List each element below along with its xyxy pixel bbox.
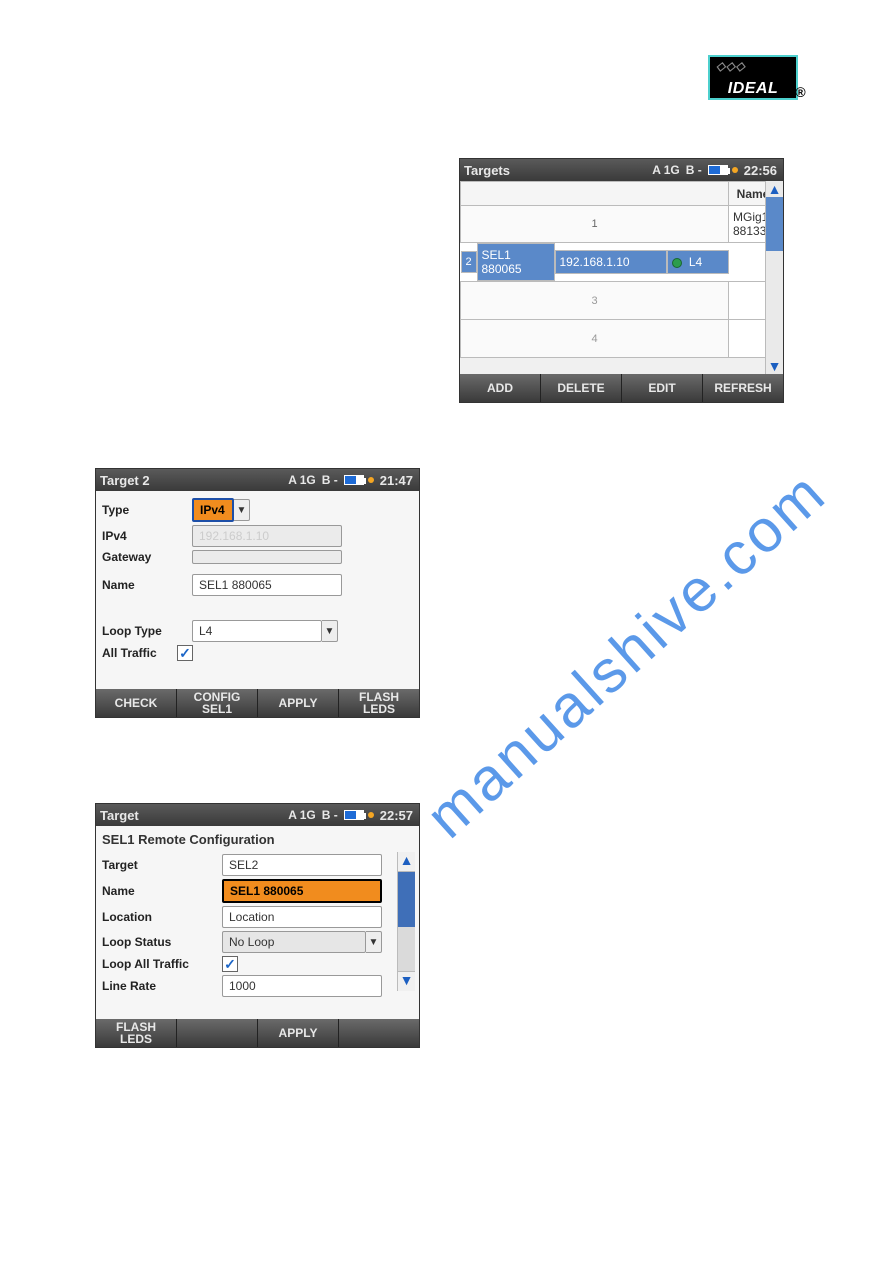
ipv4-input[interactable]: 192.168.1.10: [192, 525, 342, 547]
location-input[interactable]: Location: [222, 906, 382, 928]
loop-type-select[interactable]: L4 ▼: [192, 620, 338, 642]
scroll-down-icon[interactable]: ▼: [766, 358, 783, 374]
name-input[interactable]: SEL1 880065: [192, 574, 342, 596]
status-dot-icon: [368, 477, 374, 483]
flash-leds-button[interactable]: FLASHLEDS: [96, 1019, 177, 1047]
softkey-empty: [339, 1019, 419, 1047]
softkey-bar: CHECK CONFIGSEL1 APPLY FLASHLEDS: [96, 689, 419, 717]
col-name: Name: [729, 182, 766, 206]
config-sel1-button[interactable]: CONFIGSEL1: [177, 689, 258, 717]
scroll-thumb[interactable]: [398, 872, 415, 927]
row-num: 1: [461, 206, 729, 243]
table-row[interactable]: 3 - -: [461, 282, 766, 320]
scrollbar[interactable]: ▲ ▼: [765, 181, 783, 374]
status-dot-icon: [732, 167, 738, 173]
loop-status-label: Loop Status: [102, 935, 222, 949]
all-traffic-checkbox[interactable]: ✓: [177, 645, 193, 661]
loop-all-label: Loop All Traffic: [102, 957, 222, 971]
softkey-bar: FLASHLEDS APPLY: [96, 1019, 419, 1047]
link-b-indicator: B -: [322, 473, 338, 487]
gateway-label: Gateway: [102, 550, 192, 564]
logo-text: IDEAL: [728, 80, 779, 98]
remote-config-screen: Target A 1G B - 22:57 SEL1 Remote Config…: [95, 803, 420, 1048]
row-num: 4: [461, 320, 729, 358]
refresh-button[interactable]: REFRESH: [703, 374, 783, 402]
battery-icon: [344, 475, 364, 485]
flash-leds-button[interactable]: FLASHLEDS: [339, 689, 419, 717]
status-dot-icon: [368, 812, 374, 818]
clock: 22:57: [380, 808, 413, 823]
clock: 22:56: [744, 163, 777, 178]
row-name: [729, 282, 766, 320]
row-status: L4: [667, 250, 729, 274]
row-name: SEL1 880065: [477, 243, 555, 281]
apply-button[interactable]: APPLY: [258, 689, 339, 717]
ipv4-label: IPv4: [102, 529, 192, 543]
name-label: Name: [102, 578, 192, 592]
link-b-indicator: B -: [322, 808, 338, 822]
delete-button[interactable]: DELETE: [541, 374, 622, 402]
row-address: 192.168.1.10: [555, 250, 667, 274]
target-input[interactable]: SEL2: [222, 854, 382, 876]
loop-all-checkbox[interactable]: ✓: [222, 956, 238, 972]
link-b-indicator: B -: [686, 163, 702, 177]
table-header-row: Name Address Status: [461, 182, 766, 206]
apply-button[interactable]: APPLY: [258, 1019, 339, 1047]
edit-button[interactable]: EDIT: [622, 374, 703, 402]
table-row[interactable]: 4 - -: [461, 320, 766, 358]
softkey-empty: [177, 1019, 258, 1047]
titlebar: Target 2 A 1G B - 21:47: [96, 469, 419, 491]
dropdown-icon[interactable]: ▼: [234, 499, 250, 521]
battery-icon: [708, 165, 728, 175]
name-label: Name: [102, 884, 222, 898]
line-rate-label: Line Rate: [102, 979, 222, 993]
scrollbar[interactable]: ▲ ▼: [397, 852, 415, 991]
config-header: SEL1 Remote Configuration: [102, 830, 393, 851]
name-input[interactable]: SEL1 880065: [222, 879, 382, 903]
row-name: [729, 320, 766, 358]
titlebar: Target A 1G B - 22:57: [96, 804, 419, 826]
status-ok-icon: [672, 258, 682, 268]
titlebar: Targets A 1G B - 22:56: [460, 159, 783, 181]
scroll-up-icon[interactable]: ▲: [398, 852, 415, 872]
dropdown-icon[interactable]: ▼: [322, 620, 338, 642]
type-label: Type: [102, 503, 192, 517]
screen-title: Targets: [464, 163, 510, 178]
targets-table: Name Address Status 1 MGig1 881338 192.1…: [460, 181, 765, 358]
row-name: MGig1 881338: [729, 206, 766, 243]
logo-reg-dot: ®: [795, 84, 806, 100]
table-row[interactable]: 1 MGig1 881338 192.168.1.20 S-L4: [461, 206, 766, 243]
link-a-indicator: A 1G: [288, 808, 316, 822]
softkey-bar: ADD DELETE EDIT REFRESH: [460, 374, 783, 402]
watermark-text: manualshive.com: [413, 458, 840, 852]
gateway-input[interactable]: [192, 550, 342, 564]
screen-title: Target: [100, 808, 139, 823]
table-row[interactable]: 2 SEL1 880065 192.168.1.10 L4: [461, 243, 729, 281]
target-edit-screen: Target 2 A 1G B - 21:47 Type IPv4 ▼ IPv4…: [95, 468, 420, 718]
scroll-down-icon[interactable]: ▼: [398, 971, 415, 991]
check-button[interactable]: CHECK: [96, 689, 177, 717]
location-label: Location: [102, 910, 222, 924]
screen-title: Target 2: [100, 473, 150, 488]
all-traffic-label: All Traffic: [102, 646, 177, 660]
row-num: 3: [461, 282, 729, 320]
target-label: Target: [102, 858, 222, 872]
link-a-indicator: A 1G: [288, 473, 316, 487]
scroll-up-icon[interactable]: ▲: [766, 181, 783, 197]
dropdown-icon[interactable]: ▼: [366, 931, 382, 953]
loop-type-label: Loop Type: [102, 624, 192, 638]
row-num: 2: [461, 251, 477, 273]
targets-list-screen: Targets A 1G B - 22:56 Name Address Stat…: [459, 158, 784, 403]
loop-status-select[interactable]: No Loop ▼: [222, 931, 382, 953]
type-select[interactable]: IPv4 ▼: [192, 498, 250, 522]
add-button[interactable]: ADD: [460, 374, 541, 402]
ideal-logo: ◇◇◇ IDEAL ®: [708, 55, 798, 100]
logo-gears-icon: ◇◇◇: [716, 59, 745, 73]
battery-icon: [344, 810, 364, 820]
clock: 21:47: [380, 473, 413, 488]
link-a-indicator: A 1G: [652, 163, 680, 177]
line-rate-input[interactable]: 1000: [222, 975, 382, 997]
